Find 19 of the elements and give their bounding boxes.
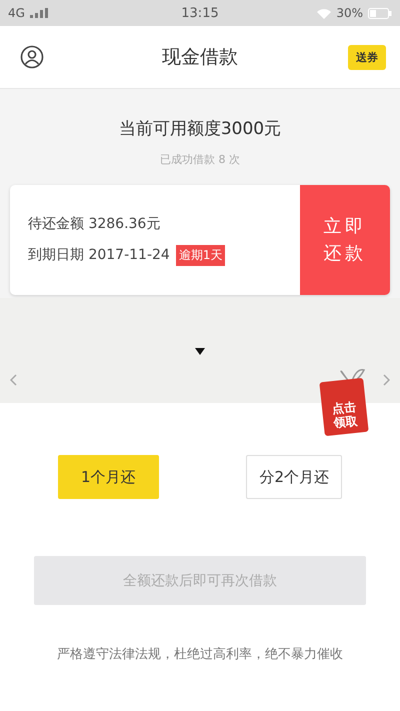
signal-icon: [30, 8, 48, 18]
available-credit: 当前可用额度3000元: [118, 118, 282, 140]
amount-due: 待还金额 3286.36元: [28, 214, 162, 232]
status-time: 13:15: [181, 6, 219, 20]
due-date: 到期日期 2017-11-24: [28, 246, 170, 264]
loan-history: 已成功借款 8 次: [160, 152, 240, 167]
term-option[interactable]: 分2个月还: [246, 455, 342, 499]
term-option[interactable]: 1个月还: [58, 455, 159, 499]
battery-percent: 30%: [336, 6, 363, 20]
user-icon[interactable]: [20, 45, 44, 69]
gift-badge[interactable]: 点击领取: [319, 378, 369, 436]
footer-note: 严格遵守法律法规，杜绝过高利率，绝不暴力催收: [56, 646, 344, 663]
pointer-icon: [195, 348, 205, 355]
battery-icon: [368, 8, 392, 18]
overdue-tag: 逾期1天: [176, 244, 226, 266]
wifi-icon: [317, 8, 332, 18]
coupon-button[interactable]: 送券: [348, 44, 386, 70]
network-label: 4G: [8, 6, 25, 20]
page-title: 现金借款: [162, 45, 238, 70]
